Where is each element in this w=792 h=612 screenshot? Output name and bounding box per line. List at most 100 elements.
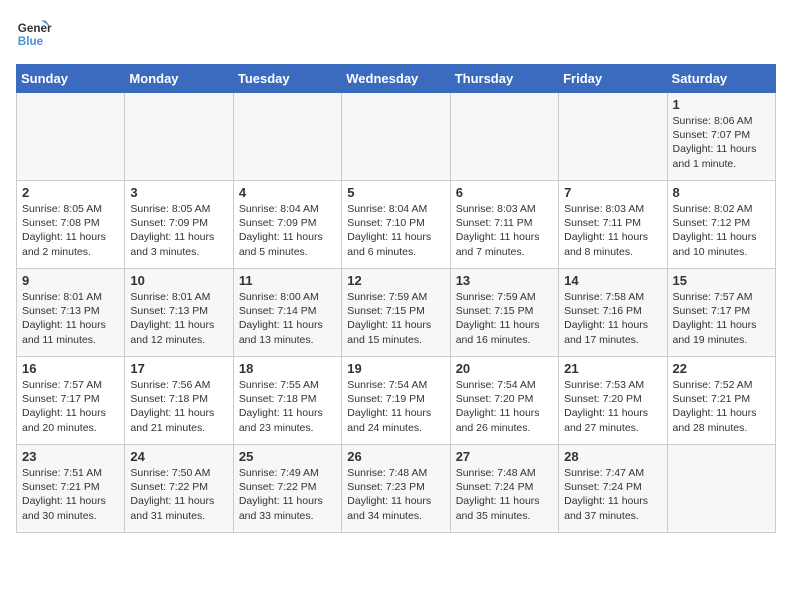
day-info: Sunrise: 7:54 AM Sunset: 7:19 PM Dayligh… bbox=[347, 378, 444, 435]
day-number: 5 bbox=[347, 185, 444, 200]
calendar-cell bbox=[342, 93, 450, 181]
day-number: 2 bbox=[22, 185, 119, 200]
day-number: 20 bbox=[456, 361, 553, 376]
calendar-cell: 26Sunrise: 7:48 AM Sunset: 7:23 PM Dayli… bbox=[342, 445, 450, 533]
weekday-header-thursday: Thursday bbox=[450, 65, 558, 93]
calendar-cell: 3 Sunrise: 8:05 AM Sunset: 7:09 PM Daylig… bbox=[125, 181, 233, 269]
day-info: Sunrise: 7:49 AM Sunset: 7:22 PM Dayligh… bbox=[239, 466, 336, 523]
calendar-cell: 28Sunrise: 7:47 AM Sunset: 7:24 PM Dayli… bbox=[559, 445, 667, 533]
day-info: Sunrise: 7:48 AM Sunset: 7:24 PM Dayligh… bbox=[456, 466, 553, 523]
calendar-table: SundayMondayTuesdayWednesdayThursdayFrid… bbox=[16, 64, 776, 533]
day-info: Sunrise: 7:57 AM Sunset: 7:17 PM Dayligh… bbox=[22, 378, 119, 435]
day-number: 27 bbox=[456, 449, 553, 464]
day-number: 22 bbox=[673, 361, 770, 376]
calendar-cell: 13 Sunrise: 7:59 AM Sunset: 7:15 PM Dayli… bbox=[450, 269, 558, 357]
calendar-week-5: 23 Sunrise: 7:51 AM Sunset: 7:21 PM Dayli… bbox=[17, 445, 776, 533]
calendar-cell bbox=[17, 93, 125, 181]
day-info: Sunrise: 7:54 AM Sunset: 7:20 PM Dayligh… bbox=[456, 378, 553, 435]
calendar-cell bbox=[559, 93, 667, 181]
day-number: 15 bbox=[673, 273, 770, 288]
day-number: 26 bbox=[347, 449, 444, 464]
day-number: 19 bbox=[347, 361, 444, 376]
calendar-cell: 27 Sunrise: 7:48 AM Sunset: 7:24 PM Dayli… bbox=[450, 445, 558, 533]
day-info: Sunrise: 7:47 AM Sunset: 7:24 PM Dayligh… bbox=[564, 466, 661, 523]
calendar-cell bbox=[233, 93, 341, 181]
calendar-cell: 2 Sunrise: 8:05 AM Sunset: 7:08 PM Daylig… bbox=[17, 181, 125, 269]
day-number: 8 bbox=[673, 185, 770, 200]
calendar-cell: 16 Sunrise: 7:57 AM Sunset: 7:17 PM Dayli… bbox=[17, 357, 125, 445]
day-number: 11 bbox=[239, 273, 336, 288]
day-info: Sunrise: 8:04 AM Sunset: 7:10 PM Dayligh… bbox=[347, 202, 444, 259]
day-number: 24 bbox=[130, 449, 227, 464]
day-info: Sunrise: 7:55 AM Sunset: 7:18 PM Dayligh… bbox=[239, 378, 336, 435]
calendar-cell: 20 Sunrise: 7:54 AM Sunset: 7:20 PM Dayli… bbox=[450, 357, 558, 445]
calendar-cell: 17Sunrise: 7:56 AM Sunset: 7:18 PM Dayli… bbox=[125, 357, 233, 445]
calendar-cell bbox=[125, 93, 233, 181]
calendar-cell: 14 Sunrise: 7:58 AM Sunset: 7:16 PM Dayli… bbox=[559, 269, 667, 357]
weekday-header-saturday: Saturday bbox=[667, 65, 775, 93]
calendar-cell bbox=[667, 445, 775, 533]
weekday-header-sunday: Sunday bbox=[17, 65, 125, 93]
calendar-cell bbox=[450, 93, 558, 181]
calendar-week-2: 2 Sunrise: 8:05 AM Sunset: 7:08 PM Daylig… bbox=[17, 181, 776, 269]
day-number: 14 bbox=[564, 273, 661, 288]
calendar-cell: 25 Sunrise: 7:49 AM Sunset: 7:22 PM Dayli… bbox=[233, 445, 341, 533]
calendar-cell: 15 Sunrise: 7:57 AM Sunset: 7:17 PM Dayli… bbox=[667, 269, 775, 357]
calendar-cell: 11 Sunrise: 8:00 AM Sunset: 7:14 PM Dayli… bbox=[233, 269, 341, 357]
day-info: Sunrise: 7:58 AM Sunset: 7:16 PM Dayligh… bbox=[564, 290, 661, 347]
weekday-header-wednesday: Wednesday bbox=[342, 65, 450, 93]
day-info: Sunrise: 7:56 AM Sunset: 7:18 PM Dayligh… bbox=[130, 378, 227, 435]
day-info: Sunrise: 7:53 AM Sunset: 7:20 PM Dayligh… bbox=[564, 378, 661, 435]
day-number: 13 bbox=[456, 273, 553, 288]
day-number: 25 bbox=[239, 449, 336, 464]
calendar-cell: 7 Sunrise: 8:03 AM Sunset: 7:11 PM Daylig… bbox=[559, 181, 667, 269]
day-number: 4 bbox=[239, 185, 336, 200]
calendar-cell: 5 Sunrise: 8:04 AM Sunset: 7:10 PM Daylig… bbox=[342, 181, 450, 269]
day-info: Sunrise: 8:03 AM Sunset: 7:11 PM Dayligh… bbox=[456, 202, 553, 259]
calendar-cell: 24 Sunrise: 7:50 AM Sunset: 7:22 PM Dayli… bbox=[125, 445, 233, 533]
calendar-cell: 18 Sunrise: 7:55 AM Sunset: 7:18 PM Dayli… bbox=[233, 357, 341, 445]
day-info: Sunrise: 8:05 AM Sunset: 7:09 PM Dayligh… bbox=[130, 202, 227, 259]
day-info: Sunrise: 8:02 AM Sunset: 7:12 PM Dayligh… bbox=[673, 202, 770, 259]
day-info: Sunrise: 7:59 AM Sunset: 7:15 PM Dayligh… bbox=[347, 290, 444, 347]
calendar-cell: 12Sunrise: 7:59 AM Sunset: 7:15 PM Dayli… bbox=[342, 269, 450, 357]
calendar-week-3: 9 Sunrise: 8:01 AM Sunset: 7:13 PM Daylig… bbox=[17, 269, 776, 357]
calendar-cell: 22 Sunrise: 7:52 AM Sunset: 7:21 PM Dayli… bbox=[667, 357, 775, 445]
day-number: 3 bbox=[130, 185, 227, 200]
day-number: 21 bbox=[564, 361, 661, 376]
day-info: Sunrise: 8:06 AM Sunset: 7:07 PM Dayligh… bbox=[673, 114, 770, 171]
day-info: Sunrise: 8:04 AM Sunset: 7:09 PM Dayligh… bbox=[239, 202, 336, 259]
day-number: 18 bbox=[239, 361, 336, 376]
day-number: 16 bbox=[22, 361, 119, 376]
day-number: 9 bbox=[22, 273, 119, 288]
calendar-cell: 9Sunrise: 8:01 AM Sunset: 7:13 PM Daylig… bbox=[17, 269, 125, 357]
day-info: Sunrise: 8:01 AM Sunset: 7:13 PM Dayligh… bbox=[130, 290, 227, 347]
day-number: 23 bbox=[22, 449, 119, 464]
svg-text:Blue: Blue bbox=[18, 35, 44, 48]
calendar-cell: 8 Sunrise: 8:02 AM Sunset: 7:12 PM Daylig… bbox=[667, 181, 775, 269]
day-info: Sunrise: 7:52 AM Sunset: 7:21 PM Dayligh… bbox=[673, 378, 770, 435]
calendar-cell: 6 Sunrise: 8:03 AM Sunset: 7:11 PM Daylig… bbox=[450, 181, 558, 269]
calendar-week-1: 1 Sunrise: 8:06 AM Sunset: 7:07 PM Daylig… bbox=[17, 93, 776, 181]
day-info: Sunrise: 7:51 AM Sunset: 7:21 PM Dayligh… bbox=[22, 466, 119, 523]
weekday-header-row: SundayMondayTuesdayWednesdayThursdayFrid… bbox=[17, 65, 776, 93]
weekday-header-monday: Monday bbox=[125, 65, 233, 93]
day-number: 1 bbox=[673, 97, 770, 112]
day-number: 6 bbox=[456, 185, 553, 200]
day-number: 7 bbox=[564, 185, 661, 200]
day-info: Sunrise: 7:59 AM Sunset: 7:15 PM Dayligh… bbox=[456, 290, 553, 347]
calendar-cell: 4 Sunrise: 8:04 AM Sunset: 7:09 PM Daylig… bbox=[233, 181, 341, 269]
day-info: Sunrise: 7:50 AM Sunset: 7:22 PM Dayligh… bbox=[130, 466, 227, 523]
calendar-cell: 21 Sunrise: 7:53 AM Sunset: 7:20 PM Dayli… bbox=[559, 357, 667, 445]
day-info: Sunrise: 8:03 AM Sunset: 7:11 PM Dayligh… bbox=[564, 202, 661, 259]
weekday-header-tuesday: Tuesday bbox=[233, 65, 341, 93]
day-info: Sunrise: 8:05 AM Sunset: 7:08 PM Dayligh… bbox=[22, 202, 119, 259]
calendar-cell: 10 Sunrise: 8:01 AM Sunset: 7:13 PM Dayli… bbox=[125, 269, 233, 357]
day-number: 10 bbox=[130, 273, 227, 288]
day-info: Sunrise: 8:00 AM Sunset: 7:14 PM Dayligh… bbox=[239, 290, 336, 347]
calendar-cell: 19 Sunrise: 7:54 AM Sunset: 7:19 PM Dayli… bbox=[342, 357, 450, 445]
calendar-cell: 1 Sunrise: 8:06 AM Sunset: 7:07 PM Daylig… bbox=[667, 93, 775, 181]
calendar-week-4: 16 Sunrise: 7:57 AM Sunset: 7:17 PM Dayli… bbox=[17, 357, 776, 445]
day-info: Sunrise: 7:57 AM Sunset: 7:17 PM Dayligh… bbox=[673, 290, 770, 347]
weekday-header-friday: Friday bbox=[559, 65, 667, 93]
